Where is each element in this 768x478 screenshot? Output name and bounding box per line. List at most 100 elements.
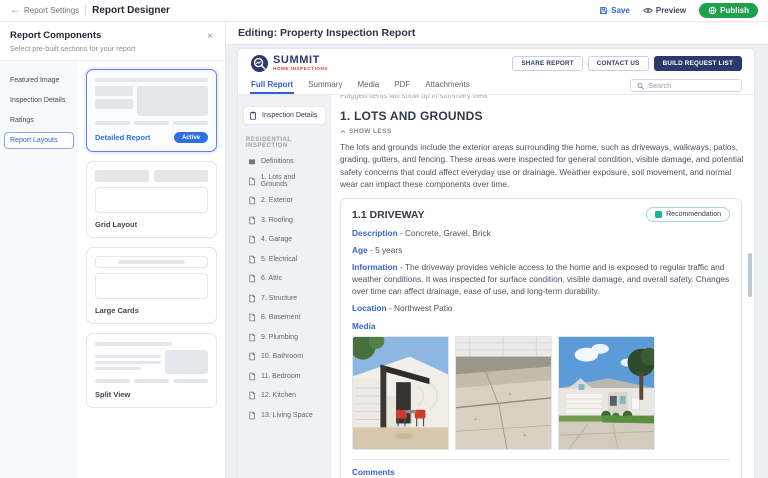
save-icon — [599, 6, 608, 15]
comments-divider — [352, 459, 730, 460]
sidebar-item-report-layouts[interactable]: Report Layouts — [4, 132, 74, 149]
toc-item-structure[interactable]: 7. Structure — [243, 289, 326, 309]
back-to-report-settings[interactable]: ← Report Settings — [10, 6, 79, 16]
media-photo-driveway-surface[interactable] — [455, 336, 552, 450]
report-designer-app: ← Report Settings Report Designer Save P… — [0, 0, 768, 478]
search-icon — [637, 82, 644, 90]
layout-preview-grid — [95, 170, 208, 213]
layout-card-large-cards[interactable]: Large Cards — [86, 247, 217, 324]
components-panel-subtitle: Select pre-built sections for your repor… — [10, 44, 135, 53]
save-button[interactable]: Save — [599, 6, 630, 15]
report-content: Flagged items will show up in summary vi… — [331, 95, 754, 478]
page-title: Report Designer — [92, 5, 170, 16]
layout-cards-list: Detailed Report Active Grid Layout — [78, 61, 225, 478]
layout-preview-large — [95, 256, 208, 299]
tab-summary[interactable]: Summary — [307, 77, 343, 94]
topbar-divider — [85, 5, 86, 16]
search-input[interactable] — [648, 81, 735, 90]
toc-item-inspection-details[interactable]: Inspection Details — [243, 106, 326, 125]
toc-item-electrical[interactable]: 5. Electrical — [243, 250, 326, 270]
field-location: Location - Northwest Patio — [352, 302, 730, 314]
editor-area: Editing: Property Inspection Report SUMM… — [226, 22, 768, 478]
toc-item-exterior[interactable]: 2. Exterior — [243, 191, 326, 211]
layout-card-split-view[interactable]: Split View — [86, 333, 217, 408]
page-icon — [248, 274, 256, 283]
toc-section-header: RESIDENTIAL INSPECTION — [246, 137, 323, 149]
tab-attachments[interactable]: Attachments — [424, 77, 470, 94]
globe-icon — [708, 6, 717, 15]
topbar: ← Report Settings Report Designer Save P… — [0, 0, 768, 22]
page-icon — [248, 372, 256, 381]
layout-card-grid-layout[interactable]: Grid Layout — [86, 161, 217, 238]
publish-button[interactable]: Publish — [699, 3, 758, 18]
components-nav: Featured Image Inspection Details Rating… — [0, 61, 78, 478]
preview-button[interactable]: Preview — [643, 6, 686, 15]
tab-full-report[interactable]: Full Report — [250, 77, 294, 94]
comments-label: Comments — [352, 467, 730, 477]
sidebar-item-featured-image[interactable]: Featured Image — [4, 72, 74, 89]
recommendation-badge[interactable]: Recommendation — [646, 207, 730, 222]
page-icon — [248, 235, 256, 244]
toc-item-plumbing[interactable]: 9. Plumbing — [243, 328, 326, 348]
share-report-button[interactable]: SHARE REPORT — [512, 56, 582, 71]
layout-label: Large Cards — [95, 306, 139, 315]
tab-pdf[interactable]: PDF — [393, 77, 411, 94]
field-description: Description - Concrete, Gravel, Brick — [352, 227, 730, 239]
contact-us-button[interactable]: CONTACT US — [588, 56, 649, 71]
layout-preview-detailed — [95, 78, 208, 125]
toc-item-roofing[interactable]: 3. Roofing — [243, 211, 326, 231]
chevron-up-icon — [340, 129, 346, 134]
save-label: Save — [611, 6, 630, 15]
summit-logo: SUMMIT HOME INSPECTIONS — [250, 54, 328, 73]
page-icon — [248, 177, 256, 186]
brand-tagline: HOME INSPECTIONS — [273, 67, 328, 72]
sidebar-item-inspection-details[interactable]: Inspection Details — [4, 92, 74, 109]
editing-title: Editing: Property Inspection Report — [226, 22, 768, 45]
book-icon — [248, 158, 256, 166]
toc-item-basement[interactable]: 8. Basement — [243, 308, 326, 328]
item-title: 1.1 DRIVEWAY — [352, 209, 425, 221]
toc-item-lots-and-grounds[interactable]: 1. Lots and Grounds — [243, 172, 326, 192]
recommendation-swatch-icon — [655, 211, 662, 218]
toc-item-kitchen[interactable]: 12. Kitchen — [243, 386, 326, 406]
toc-item-garage[interactable]: 4. Garage — [243, 230, 326, 250]
field-age: Age - 5 years — [352, 244, 730, 256]
report-preview-card: SUMMIT HOME INSPECTIONS SHARE REPORT CON… — [237, 48, 755, 478]
eye-icon — [643, 6, 653, 15]
toc-item-definitions[interactable]: Definitions — [243, 152, 326, 172]
layout-card-detailed-report[interactable]: Detailed Report Active — [86, 69, 217, 152]
build-request-list-button[interactable]: BUILD REQUEST LIST — [654, 56, 742, 71]
report-scrollbar[interactable] — [748, 253, 752, 297]
clipboard-icon — [249, 111, 257, 120]
toc-item-bedroom[interactable]: 11. Bedroom — [243, 367, 326, 387]
field-information: Information - The driveway provides vehi… — [352, 261, 730, 297]
page-icon — [248, 294, 256, 303]
back-label: Report Settings — [24, 6, 79, 15]
toc-item-living-space[interactable]: 13. Living Space — [243, 406, 326, 426]
report-tabs: Full Report Summary Media PDF Attachment… — [238, 77, 754, 95]
close-icon[interactable]: × — [205, 30, 215, 44]
layout-label: Grid Layout — [95, 220, 137, 229]
report-toc: Inspection Details RESIDENTIAL INSPECTIO… — [238, 95, 331, 478]
page-icon — [248, 391, 256, 400]
clipped-scroll-text: Flagged items will show up in summary vi… — [340, 95, 745, 101]
report-components-panel: Report Components Select pre-built secti… — [0, 22, 226, 478]
summit-logo-icon — [250, 54, 269, 73]
page-icon — [248, 352, 256, 361]
components-panel-title: Report Components — [10, 30, 135, 41]
page-icon — [248, 333, 256, 342]
brand-name: SUMMIT — [273, 55, 328, 66]
sidebar-item-ratings[interactable]: Ratings — [4, 112, 74, 129]
media-photos — [352, 336, 730, 450]
media-photo-front-porch[interactable] — [352, 336, 449, 450]
preview-label: Preview — [656, 6, 686, 15]
show-less-toggle[interactable]: SHOW LESS — [340, 128, 392, 135]
toc-item-bathroom[interactable]: 10. Bathroom — [243, 347, 326, 367]
layout-preview-split — [95, 342, 208, 383]
search-box — [630, 79, 742, 92]
section-description: The lots and grounds include the exterio… — [340, 141, 745, 190]
media-photo-house-exterior[interactable] — [558, 336, 655, 450]
tab-media[interactable]: Media — [356, 77, 380, 94]
page-icon — [248, 411, 256, 420]
toc-item-attic[interactable]: 6. Attic — [243, 269, 326, 289]
